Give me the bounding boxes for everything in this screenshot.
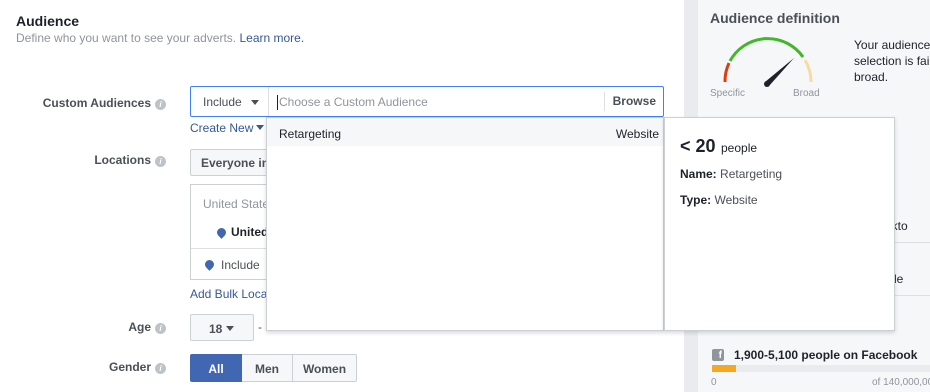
location-include-input[interactable]: Include — [221, 258, 260, 272]
create-new-label: Create New — [190, 121, 254, 135]
age-separator: - — [258, 320, 262, 334]
panel-title: Audience definition — [710, 10, 840, 26]
reach-bar — [712, 365, 930, 372]
tooltip-name-row: Name: Retargeting — [680, 167, 782, 181]
description-line: Your audience — [854, 38, 930, 52]
info-icon[interactable]: i — [155, 323, 166, 334]
locations-label-text: Locations — [94, 153, 151, 167]
description-line: broad. — [854, 70, 889, 84]
gender-women-button[interactable]: Women — [293, 354, 357, 382]
gender-men-button[interactable]: Men — [242, 354, 293, 382]
location-country: United States — [203, 197, 276, 211]
description-line: selection is fai — [854, 54, 930, 68]
name-label: Name: — [680, 167, 717, 181]
custom-audience-field[interactable]: Include Choose a Custom Audience Browse — [190, 86, 664, 117]
tooltip-type-row: Type: Website — [680, 193, 758, 207]
info-icon[interactable]: i — [155, 156, 166, 167]
placement-text: le — [894, 272, 904, 286]
chevron-down-icon — [226, 326, 235, 331]
include-dropdown[interactable]: Include — [191, 87, 269, 116]
audience-detail-tooltip: < 20 people Name: Retargeting Type: Webs… — [664, 117, 895, 331]
learn-more-link[interactable]: Learn more. — [239, 31, 304, 45]
text-cursor — [277, 95, 278, 110]
age-min-select[interactable]: 18 — [190, 314, 254, 341]
age-label: Age i — [16, 320, 166, 334]
section-subtitle: Define who you want to see your adverts.… — [16, 31, 304, 45]
create-new-button[interactable]: Create New — [190, 121, 265, 135]
custom-audiences-label-text: Custom Audiences — [42, 96, 151, 110]
add-bulk-locations-link[interactable]: Add Bulk Loca — [190, 287, 267, 301]
dropdown-item-retargeting[interactable]: Retargeting Website — [267, 118, 663, 146]
name-value: Retargeting — [720, 167, 783, 181]
audience-description: Your audience selection is fai broad. — [854, 37, 930, 85]
chevron-down-icon — [256, 125, 265, 130]
subtitle-text: Define who you want to see your adverts. — [16, 31, 237, 45]
facebook-icon: f — [712, 349, 724, 361]
gender-selector: All Men Women — [190, 354, 357, 382]
gender-label: Gender i — [16, 360, 166, 374]
gender-label-text: Gender — [108, 360, 151, 374]
location-pin-icon — [215, 226, 228, 239]
age-min-value: 18 — [209, 322, 223, 336]
include-label: Include — [203, 95, 242, 109]
reach-bar-max: of 140,000,00 — [872, 377, 930, 388]
section-title: Audience — [16, 13, 80, 29]
browse-button[interactable]: Browse — [603, 92, 663, 111]
type-value: Website — [714, 193, 758, 207]
locations-label: Locations i — [16, 153, 166, 167]
custom-audience-input[interactable]: Choose a Custom Audience — [279, 95, 428, 109]
info-icon[interactable]: i — [155, 363, 166, 374]
reach-bar-min: 0 — [711, 377, 717, 388]
gauge-broad-label: Broad — [793, 88, 820, 99]
audience-size-unit: people — [721, 141, 758, 155]
gauge-specific-label: Specific — [710, 88, 746, 99]
dropdown-item-type: Website — [615, 127, 659, 141]
custom-audience-dropdown: Retargeting Website — [266, 117, 664, 331]
gauge-meter-icon — [723, 37, 813, 87]
location-selected: United — [231, 225, 269, 239]
type-label: Type: — [680, 193, 712, 207]
location-pin-icon — [203, 258, 216, 271]
potential-reach: 1,900-5,100 people on Facebook — [734, 348, 918, 362]
audience-size: < 20 — [680, 136, 716, 156]
reach-bar-fill — [712, 365, 736, 372]
custom-audiences-label: Custom Audiences i — [16, 96, 166, 110]
chevron-down-icon — [251, 100, 259, 105]
age-label-text: Age — [128, 320, 151, 334]
info-icon[interactable]: i — [155, 99, 166, 110]
gender-all-button[interactable]: All — [190, 354, 242, 382]
dropdown-item-name: Retargeting — [279, 127, 342, 141]
